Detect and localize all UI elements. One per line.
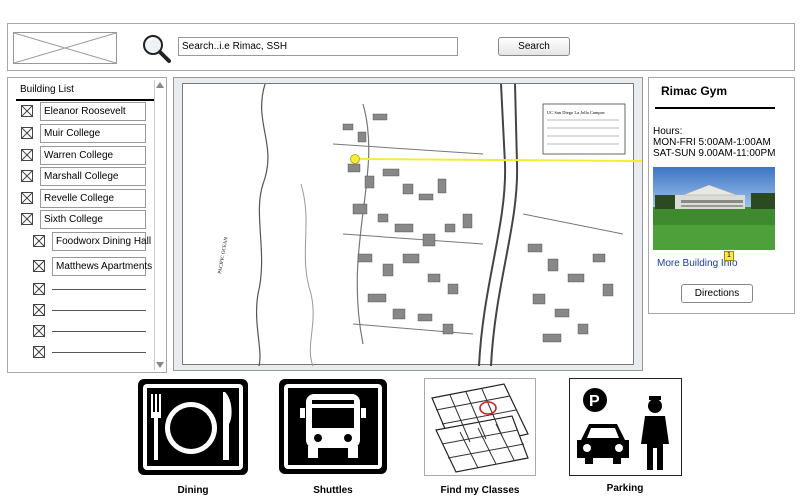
top-bar: Search [7, 23, 795, 71]
location-marker-icon[interactable] [350, 154, 360, 164]
building-title: Rimac Gym [661, 84, 728, 98]
bus-icon [279, 379, 387, 474]
search-button[interactable]: Search [498, 37, 570, 56]
checkbox[interactable] [21, 149, 33, 161]
list-item-label: Warren College [40, 146, 146, 165]
checkbox[interactable] [33, 260, 45, 272]
campus-map-icon [424, 378, 536, 476]
hours-label: Hours: [653, 126, 683, 137]
parking-label: Parking [606, 483, 644, 494]
placeholder-line [52, 310, 146, 311]
placeholder-line [52, 352, 146, 353]
scroll-down-arrow-icon[interactable] [156, 362, 164, 368]
divider [16, 99, 154, 101]
dining-label: Dining [177, 485, 209, 496]
list-item-label: Matthews Apartments [52, 257, 152, 276]
checkbox[interactable] [21, 105, 33, 117]
building-photo [653, 167, 775, 250]
logo-placeholder [13, 32, 117, 64]
campus-map[interactable]: UC San Diego La Jolla Campus PACIFIC OCE… [173, 77, 643, 371]
svg-text:P: P [589, 393, 600, 410]
checkbox[interactable] [33, 346, 45, 358]
checkbox[interactable] [21, 213, 33, 225]
checkbox[interactable] [33, 283, 45, 295]
parking-icon: P [569, 378, 682, 476]
note-badge: 1 [724, 251, 734, 261]
checkbox[interactable] [33, 304, 45, 316]
scrollbar[interactable] [154, 80, 164, 370]
shuttles-label: Shuttles [313, 485, 353, 496]
checkbox[interactable] [21, 170, 33, 182]
building-list-title: Building List [20, 84, 74, 95]
checkbox[interactable] [21, 192, 33, 204]
divider [655, 107, 775, 109]
directions-button[interactable]: Directions [681, 284, 753, 303]
hours-weekday: MON-FRI 5:00AM-1:00AM [653, 137, 771, 148]
hours-weekend: SAT-SUN 9.00AM-11:00PM [653, 148, 776, 159]
scroll-up-arrow-icon[interactable] [156, 82, 164, 88]
checkbox[interactable] [33, 325, 45, 337]
map-overlay [350, 154, 642, 164]
list-item-label: Revelle College [40, 189, 146, 208]
list-item-label: Eleanor Roosevelt [40, 102, 146, 121]
search-input[interactable] [178, 37, 458, 56]
building-list-panel: Building List Eleanor Roosevelt Muir Col… [7, 77, 167, 373]
placeholder-line [52, 289, 146, 290]
list-item-label: Sixth College [40, 210, 146, 229]
dining-icon [138, 379, 248, 475]
placeholder-line [52, 331, 146, 332]
list-item-label: Muir College [40, 124, 146, 143]
find-my-classes-label: Find my Classes [440, 485, 520, 496]
leader-line [354, 158, 642, 162]
magnifier-icon [138, 32, 174, 64]
checkbox[interactable] [21, 127, 33, 139]
checkbox[interactable] [33, 235, 45, 247]
list-item-label: Marshall College [40, 167, 146, 186]
building-info-panel: Rimac Gym Hours: MON-FRI 5:00AM-1:00AM S… [648, 77, 795, 314]
list-item-label: Foodworx Dining Hall [52, 232, 151, 251]
